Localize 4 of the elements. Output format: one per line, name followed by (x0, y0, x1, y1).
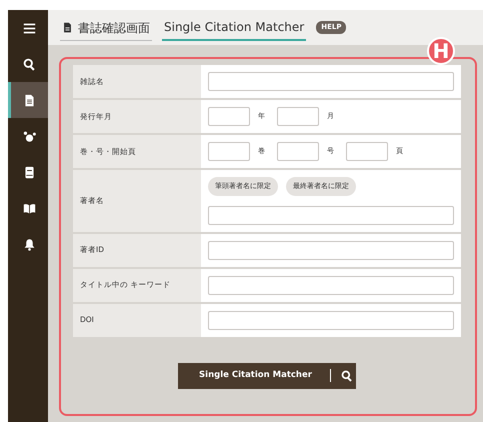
header-tab[interactable]: Single Citation Matcher (162, 14, 306, 41)
marker-badge: H (427, 37, 455, 65)
header-tab[interactable]: 書誌確認画面 (60, 14, 152, 40)
search-submit-button[interactable]: Single Citation Matcher (178, 362, 356, 388)
